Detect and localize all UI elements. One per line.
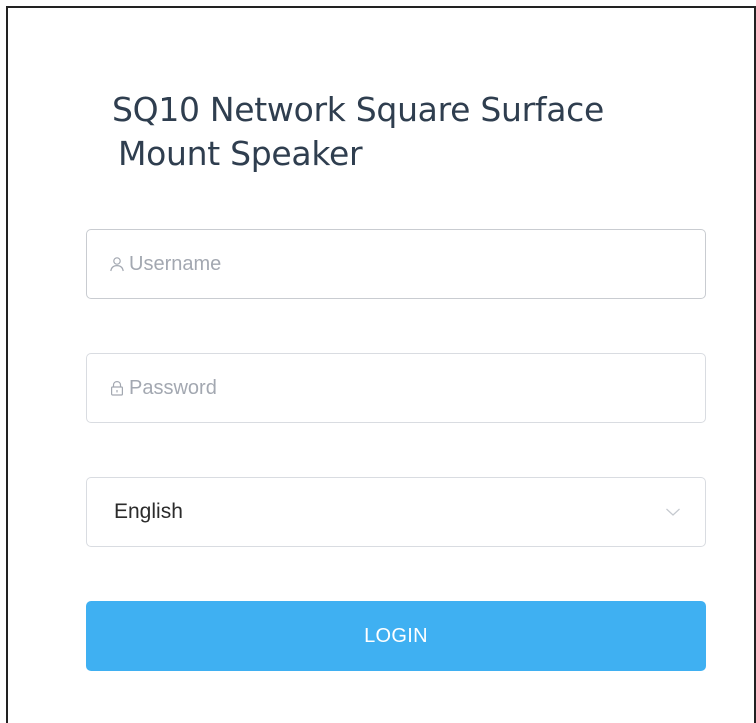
page-title: SQ10 Network Square Surface Mount Speake…	[112, 88, 712, 176]
password-field[interactable]	[86, 353, 706, 423]
chevron-down-icon[interactable]	[665, 507, 681, 517]
username-input[interactable]	[129, 230, 689, 298]
language-select[interactable]: English	[86, 477, 706, 547]
page-title-line-2: Mount Speaker	[118, 134, 363, 173]
user-icon	[109, 256, 125, 272]
lock-icon	[109, 380, 125, 396]
login-button[interactable]: LOGIN	[86, 601, 706, 671]
password-input[interactable]	[129, 354, 689, 422]
page-title-line-1: SQ10 Network Square Surface	[112, 90, 604, 129]
page-frame: SQ10 Network Square Surface Mount Speake…	[6, 6, 756, 723]
language-selected-value: English	[114, 500, 183, 523]
username-field[interactable]	[86, 229, 706, 299]
